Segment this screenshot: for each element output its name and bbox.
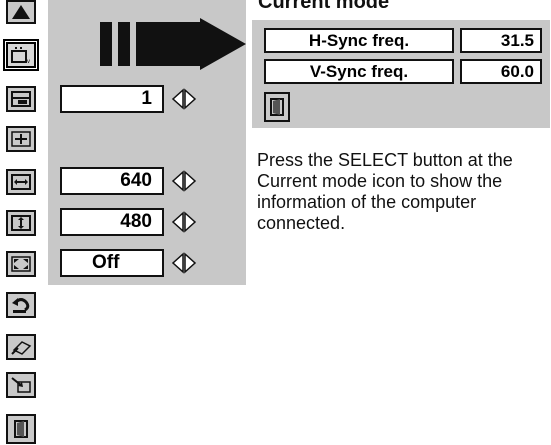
v-sync-value: 60.0 — [460, 59, 542, 84]
store-icon[interactable] — [6, 334, 36, 360]
position-field[interactable]: 1 — [60, 85, 164, 113]
adjust-arrows-icon[interactable] — [170, 252, 198, 274]
current-mode-icon[interactable]: v — [3, 39, 39, 71]
move-icon[interactable] — [6, 126, 36, 152]
description-text: Press the SELECT button at the Current m… — [257, 150, 513, 233]
adjust-arrows-icon[interactable] — [170, 88, 198, 110]
h-sync-value: 31.5 — [460, 28, 542, 53]
zoom-icon[interactable] — [6, 251, 36, 277]
adjust-arrows-icon[interactable] — [170, 170, 198, 192]
up-arrow-icon[interactable] — [6, 0, 36, 24]
h-sync-label: H-Sync freq. — [264, 28, 454, 53]
exit-door-icon[interactable] — [264, 92, 290, 122]
horizontal-size-icon[interactable] — [6, 169, 36, 195]
current-mode-title: Current mode — [258, 0, 390, 13]
vertical-size-field[interactable]: 480 — [60, 208, 164, 236]
vertical-size-icon[interactable] — [6, 210, 36, 236]
position-icon[interactable] — [6, 86, 36, 112]
quit-icon[interactable] — [6, 372, 36, 398]
adjust-arrows-icon[interactable] — [170, 211, 198, 233]
menu-icon-column: v — [0, 0, 48, 445]
zoom-field[interactable]: Off — [60, 249, 164, 277]
current-mode-panel: H-Sync freq. 31.5 V-Sync freq. 60.0 — [252, 20, 550, 128]
horizontal-size-field[interactable]: 640 — [60, 167, 164, 195]
reset-icon[interactable] — [6, 292, 36, 318]
big-right-arrow-icon — [100, 18, 246, 70]
svg-text:v: v — [27, 59, 30, 64]
v-sync-label: V-Sync freq. — [264, 59, 454, 84]
exit-door-icon[interactable] — [6, 414, 36, 444]
